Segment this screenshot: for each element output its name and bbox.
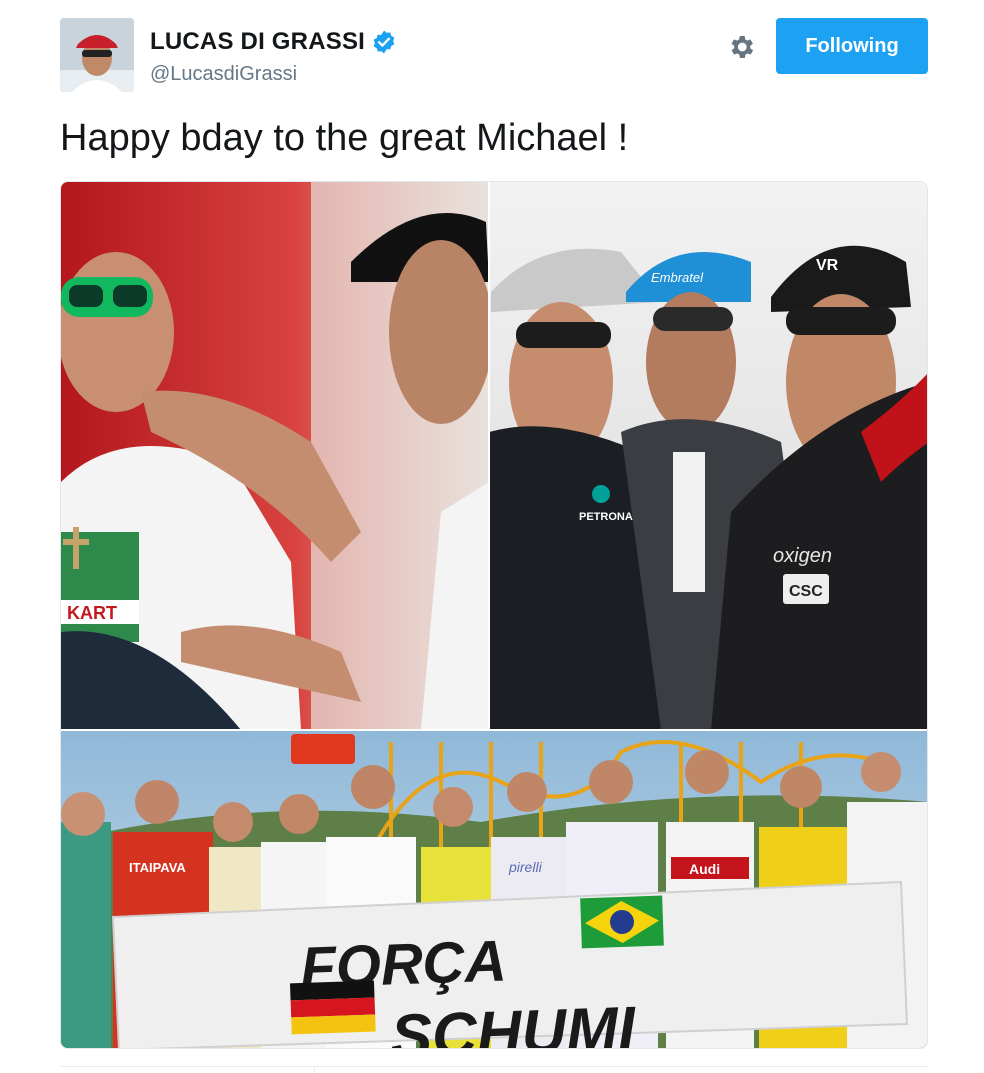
photo-panel-top-right: PETRONAS Embratel VR oxigen CSC <box>489 182 927 730</box>
brazil-flag-icon <box>580 895 664 949</box>
vr-logo-text: VR <box>816 257 839 274</box>
avatar[interactable] <box>60 18 134 92</box>
following-button[interactable]: Following <box>776 18 928 74</box>
avatar-photo <box>60 18 134 92</box>
csc-logo-text: CSC <box>789 583 823 600</box>
itaipava-logo-text: ITAIPAVA <box>129 860 186 875</box>
germany-flag-icon <box>289 980 376 1035</box>
user-handle[interactable]: @LucasdiGrassi <box>150 63 297 86</box>
photo-collage: KART PETRONAS Embratel VR oxigen CSC ITA… <box>61 182 927 1049</box>
embratel-logo-text: Embratel <box>651 270 704 285</box>
tweet-divider <box>60 1066 928 1067</box>
oxigen-logo-text: oxigen <box>773 545 832 567</box>
kart-logo-text: KART <box>67 603 117 623</box>
tweet-divider-tick <box>314 1066 315 1073</box>
tweet-photo[interactable]: KART PETRONAS Embratel VR oxigen CSC ITA… <box>60 181 928 1049</box>
photo-panel-top-left: KART <box>61 182 493 730</box>
verified-badge-icon <box>373 30 395 54</box>
audi-logo-text: Audi <box>689 861 720 877</box>
tweet-text: Happy bday to the great Michael ! <box>60 117 629 159</box>
gear-icon[interactable] <box>726 32 756 62</box>
photo-panel-bottom: ITAIPAVA pirelli Audi FORÇA SCHUMI <box>61 731 927 1049</box>
pirelli-logo-text: pirelli <box>508 859 543 875</box>
display-name[interactable]: LUCAS DI GRASSI <box>150 28 365 56</box>
banner-text-line2: SCHUMI <box>390 994 639 1049</box>
petronas-logo-text: PETRONAS <box>579 511 640 523</box>
